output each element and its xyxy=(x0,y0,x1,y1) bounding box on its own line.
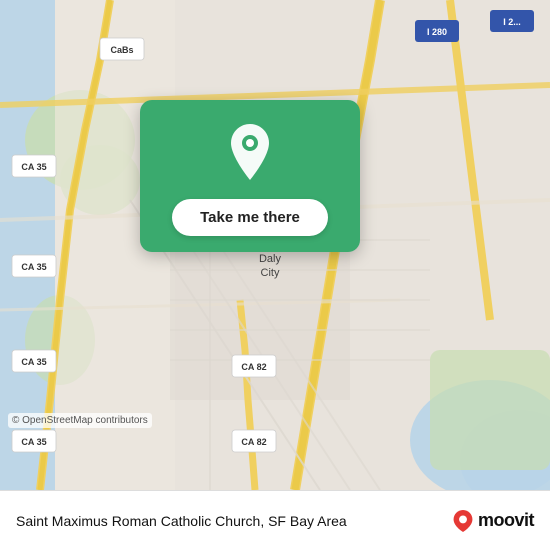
svg-text:Daly: Daly xyxy=(259,253,282,265)
moovit-logo: moovit xyxy=(452,510,534,532)
svg-text:I 2...: I 2... xyxy=(503,17,521,27)
svg-text:CA 82: CA 82 xyxy=(241,437,266,447)
map-attribution: © OpenStreetMap contributors xyxy=(8,413,152,428)
location-icon xyxy=(226,124,274,185)
moovit-pin-icon xyxy=(452,510,474,532)
svg-text:I 280: I 280 xyxy=(427,27,447,37)
svg-text:CA 35: CA 35 xyxy=(21,262,46,272)
place-name: Saint Maximus Roman Catholic Church, SF … xyxy=(16,513,347,529)
svg-text:CA 35: CA 35 xyxy=(21,437,46,447)
svg-text:City: City xyxy=(261,267,280,279)
bottom-bar: Saint Maximus Roman Catholic Church, SF … xyxy=(0,490,550,550)
svg-text:CaBs: CaBs xyxy=(110,45,133,55)
place-info: Saint Maximus Roman Catholic Church, SF … xyxy=(16,513,347,529)
take-me-there-button[interactable]: Take me there xyxy=(172,199,328,236)
moovit-brand-text: moovit xyxy=(478,510,534,531)
action-card: Take me there xyxy=(140,100,360,252)
svg-text:CA 35: CA 35 xyxy=(21,357,46,367)
svg-text:CA 35: CA 35 xyxy=(21,162,46,172)
map-container: CA 35 CA 35 CA 35 CA 35 CaBs I 280 I 2..… xyxy=(0,0,550,490)
svg-text:CA 82: CA 82 xyxy=(241,362,266,372)
